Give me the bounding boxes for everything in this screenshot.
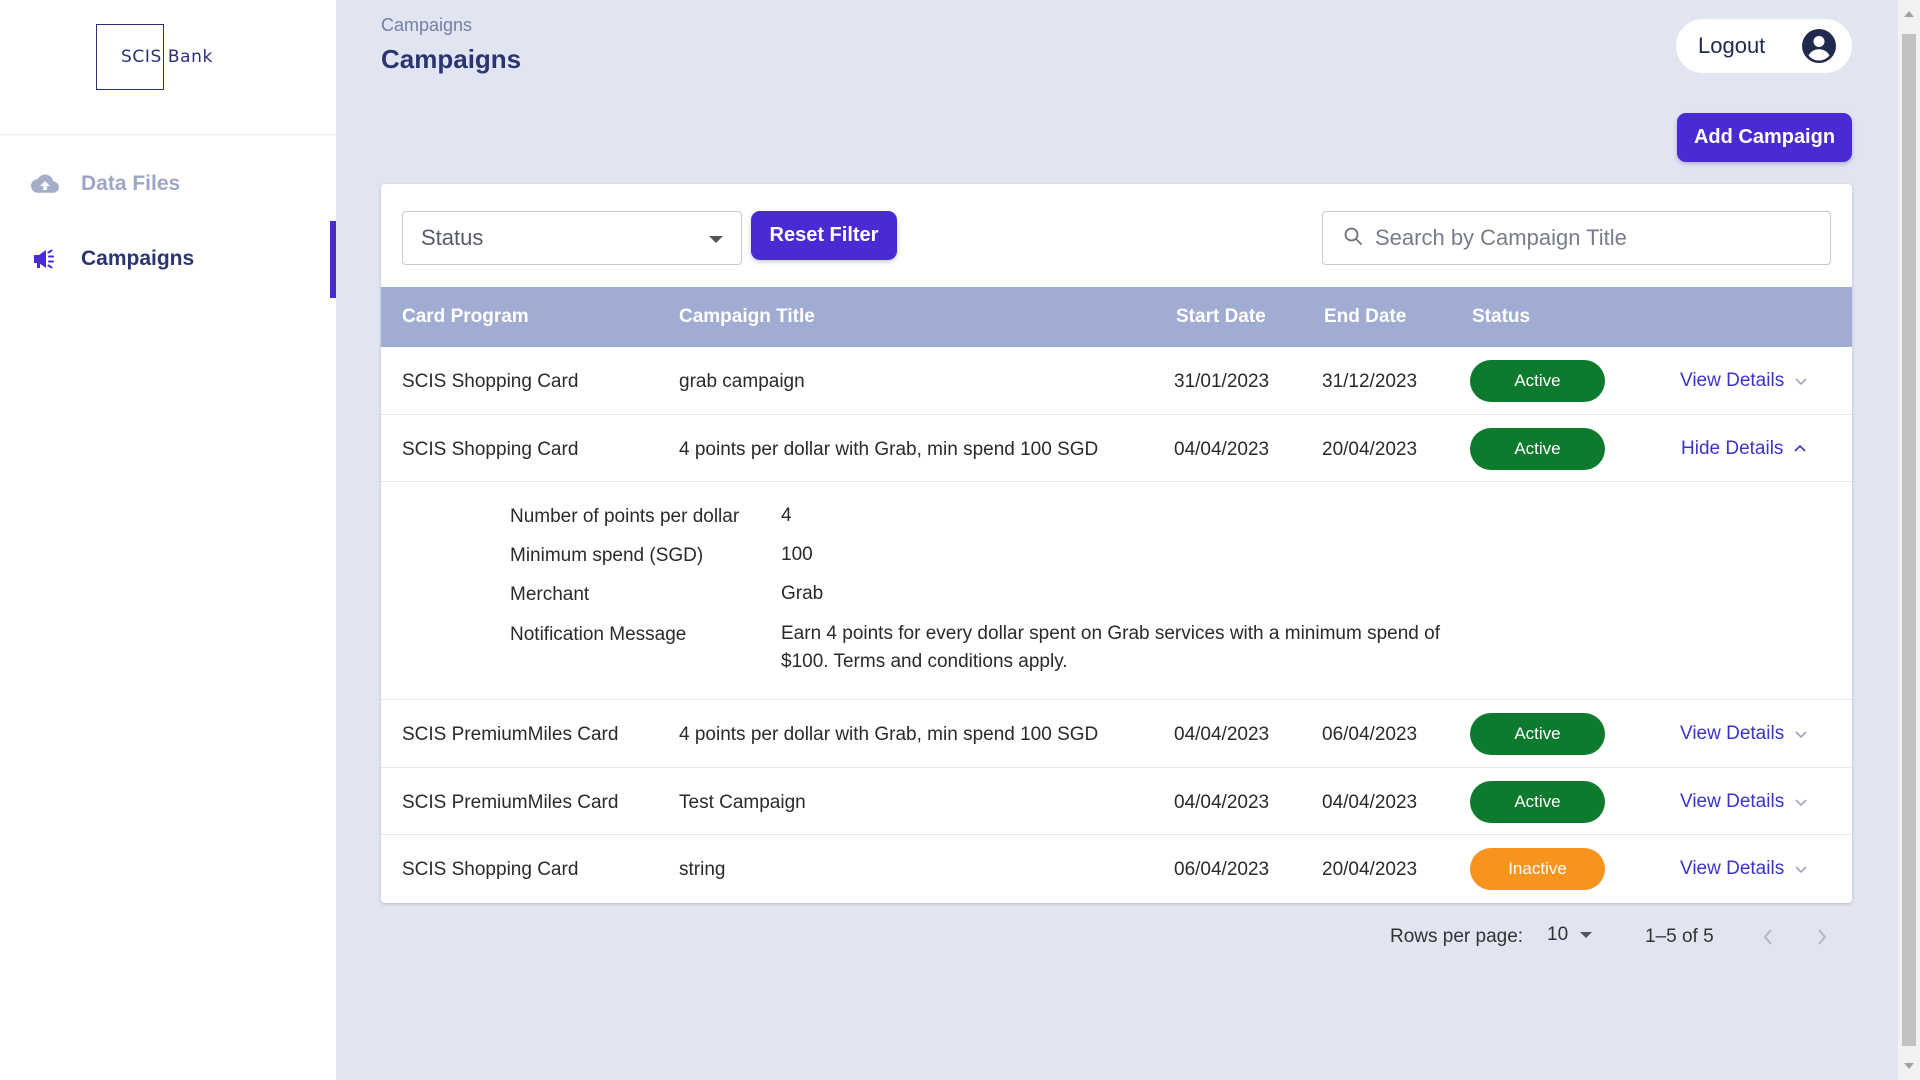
view-details-link[interactable]: View Details — [1680, 723, 1808, 745]
megaphone-icon — [31, 245, 59, 273]
logout-label: Logout — [1698, 33, 1766, 58]
search-icon — [1343, 226, 1363, 251]
previous-page-button[interactable] — [1754, 922, 1782, 952]
details-link-label: Hide Details — [1681, 438, 1784, 459]
cell-end-date: 20/04/2023 — [1322, 859, 1418, 880]
cell-end-date: 31/12/2023 — [1322, 371, 1418, 392]
cell-card-program: SCIS Shopping Card — [402, 859, 579, 880]
rows-per-page-value: 10 — [1547, 924, 1569, 945]
detail-label: Minimum spend (SGD) — [510, 545, 704, 566]
scroll-down-arrow-icon[interactable] — [1904, 1063, 1914, 1069]
table-row: SCIS Shopping Card string 06/04/2023 20/… — [381, 835, 1852, 903]
status-badge: Active — [1470, 781, 1605, 823]
search-input[interactable] — [1375, 225, 1815, 251]
chevron-down-icon — [1794, 864, 1808, 874]
cell-start-date: 04/04/2023 — [1174, 724, 1270, 745]
dropdown-arrow-icon — [1580, 932, 1593, 938]
chevron-up-icon — [1793, 444, 1807, 454]
scroll-up-arrow-icon[interactable] — [1904, 11, 1914, 17]
notification-message-line1: Earn 4 points for every dollar spent on … — [781, 623, 1440, 644]
detail-label: Number of points per dollar — [510, 506, 740, 527]
status-badge: Active — [1470, 713, 1605, 755]
cell-start-date: 04/04/2023 — [1174, 792, 1270, 813]
column-header-end-date[interactable]: End Date — [1324, 306, 1406, 328]
breadcrumb[interactable]: Campaigns — [381, 15, 472, 36]
table-row: SCIS PremiumMiles Card 4 points per doll… — [381, 700, 1852, 768]
chevron-down-icon — [1794, 376, 1808, 386]
cell-campaign-title: grab campaign — [679, 371, 805, 392]
cell-start-date: 04/04/2023 — [1174, 439, 1270, 460]
cell-campaign-title: string — [679, 859, 726, 880]
rows-per-page-label: Rows per page: — [1390, 926, 1524, 947]
campaigns-card: Status Reset Filter Card Program Campaig… — [381, 184, 1852, 903]
logo-area: SCIS Bank — [0, 0, 336, 135]
cell-end-date: 20/04/2023 — [1322, 439, 1418, 460]
view-details-link[interactable]: View Details — [1680, 791, 1808, 813]
cloud-upload-icon — [31, 170, 59, 198]
cell-campaign-title: 4 points per dollar with Grab, min spend… — [679, 439, 1099, 460]
table-header: Card Program Campaign Title Start Date E… — [381, 287, 1852, 347]
page-title: Campaigns — [381, 44, 522, 74]
view-details-link[interactable]: View Details — [1680, 370, 1808, 392]
dropdown-arrow-icon — [709, 236, 723, 243]
details-link-label: View Details — [1680, 723, 1785, 744]
vertical-scrollbar[interactable] — [1898, 0, 1920, 1080]
status-filter-label: Status — [421, 225, 484, 250]
sidebar-item-label: Data Files — [81, 172, 181, 195]
hide-details-link[interactable]: Hide Details — [1681, 438, 1807, 460]
details-link-label: View Details — [1680, 858, 1785, 879]
detail-label: Notification Message — [510, 624, 687, 645]
cell-card-program: SCIS PremiumMiles Card — [402, 724, 619, 745]
sidebar: SCIS Bank Data Files Campaigns — [0, 0, 337, 1080]
search-field[interactable] — [1322, 211, 1831, 265]
brand-logo: SCIS Bank — [121, 47, 213, 67]
chevron-down-icon — [1794, 729, 1808, 739]
column-header-start-date[interactable]: Start Date — [1176, 306, 1266, 328]
campaign-details-panel: Number of points per dollar 4 Minimum sp… — [381, 482, 1852, 700]
details-link-label: View Details — [1680, 791, 1785, 812]
status-badge: Active — [1470, 360, 1605, 402]
cell-end-date: 04/04/2023 — [1322, 792, 1418, 813]
table-row: SCIS Shopping Card 4 points per dollar w… — [381, 415, 1852, 482]
status-badge: Inactive — [1470, 848, 1605, 890]
column-header-status[interactable]: Status — [1472, 306, 1530, 328]
add-campaign-button[interactable]: Add Campaign — [1677, 113, 1852, 162]
column-header-card-program[interactable]: Card Program — [402, 306, 529, 328]
cell-start-date: 31/01/2023 — [1174, 371, 1270, 392]
logout-button[interactable]: Logout — [1676, 19, 1852, 73]
detail-value: 4 — [781, 505, 792, 526]
view-details-link[interactable]: View Details — [1680, 858, 1808, 880]
column-header-campaign-title[interactable]: Campaign Title — [679, 306, 815, 328]
scrollbar-thumb[interactable] — [1902, 34, 1916, 1046]
reset-filter-button[interactable]: Reset Filter — [751, 211, 897, 260]
pagination-range: 1–5 of 5 — [1645, 926, 1714, 947]
table-row: SCIS PremiumMiles Card Test Campaign 04/… — [381, 768, 1852, 835]
detail-value: 100 — [781, 544, 813, 565]
cell-end-date: 06/04/2023 — [1322, 724, 1418, 745]
cell-start-date: 06/04/2023 — [1174, 859, 1270, 880]
active-indicator — [330, 221, 336, 298]
chevron-left-icon — [1763, 929, 1772, 945]
chevron-down-icon — [1794, 797, 1808, 807]
detail-label: Merchant — [510, 584, 590, 605]
cell-campaign-title: 4 points per dollar with Grab, min spend… — [679, 724, 1099, 745]
cell-card-program: SCIS PremiumMiles Card — [402, 792, 619, 813]
cell-card-program: SCIS Shopping Card — [402, 439, 579, 460]
details-link-label: View Details — [1680, 370, 1785, 391]
sidebar-item-campaigns[interactable]: Campaigns — [0, 221, 337, 297]
status-filter-select[interactable]: Status — [402, 211, 742, 265]
account-circle-icon — [1800, 27, 1838, 70]
detail-value: Grab — [781, 583, 824, 604]
next-page-button[interactable] — [1808, 922, 1836, 952]
notification-message-line2: $100. Terms and conditions apply. — [781, 651, 1068, 672]
table-row: SCIS Shopping Card grab campaign 31/01/2… — [381, 347, 1852, 415]
sidebar-item-label: Campaigns — [81, 247, 195, 270]
rows-per-page-select[interactable]: 10 — [1547, 924, 1593, 946]
cell-campaign-title: Test Campaign — [679, 792, 806, 813]
cell-card-program: SCIS Shopping Card — [402, 371, 579, 392]
status-badge: Active — [1470, 428, 1605, 470]
sidebar-item-data-files[interactable]: Data Files — [0, 146, 337, 222]
chevron-right-icon — [1818, 929, 1827, 945]
